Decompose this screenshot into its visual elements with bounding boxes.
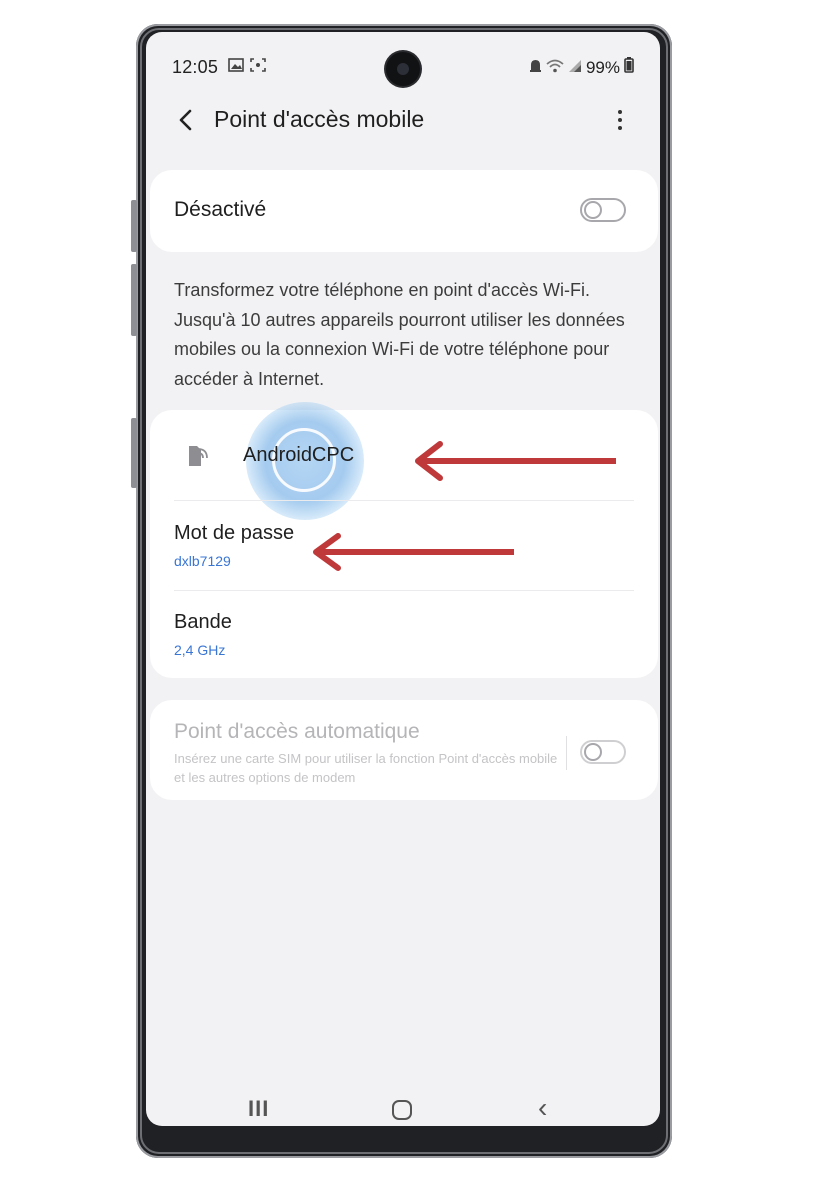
password-label[interactable]: Mot de passe — [174, 522, 294, 545]
signal-icon — [568, 58, 582, 78]
more-vertical-icon — [618, 110, 622, 114]
network-name-row[interactable]: AndroidCPC — [243, 444, 354, 467]
auto-hotspot-title: Point d'accès automatique — [174, 720, 420, 743]
battery-icon — [624, 57, 634, 78]
hotspot-status-label: Désactivé — [174, 198, 267, 221]
home-icon[interactable] — [392, 1100, 412, 1120]
auto-hotspot-toggle[interactable] — [580, 740, 626, 764]
divider — [174, 500, 634, 501]
volume-up-button — [131, 200, 137, 252]
gallery-icon — [228, 58, 244, 76]
battery-percent: 99% — [585, 57, 620, 77]
volume-down-button — [131, 264, 137, 336]
arrow-pointing-ssid — [415, 441, 616, 481]
password-value: dxlb7129 — [174, 553, 231, 569]
nav-back-button[interactable]: ‹ — [538, 1092, 547, 1124]
alarm-icon — [529, 58, 542, 78]
divider — [174, 590, 634, 591]
wifi-icon — [546, 58, 564, 78]
auto-hotspot-description: Insérez une carte SIM pour utiliser la f… — [174, 751, 558, 785]
screenshot-icon — [250, 58, 266, 76]
band-value: 2,4 GHz — [174, 642, 226, 658]
side-key — [131, 418, 137, 488]
status-time: 12:05 — [172, 57, 219, 77]
back-button[interactable] — [170, 104, 200, 136]
hotspot-name-icon — [186, 443, 210, 469]
hotspot-toggle[interactable] — [580, 198, 626, 222]
arrow-pointing-password — [313, 533, 514, 571]
status-right: 99% — [529, 57, 634, 78]
recent-apps-button[interactable]: III — [248, 1096, 269, 1122]
hotspot-description: Transformez votre téléphone en point d'a… — [174, 280, 625, 389]
front-camera — [386, 52, 420, 86]
vertical-separator — [566, 736, 567, 770]
more-options-button[interactable] — [606, 104, 634, 136]
page-title: Point d'accès mobile — [214, 106, 425, 132]
band-label[interactable]: Bande — [174, 611, 232, 634]
chevron-left-icon — [179, 109, 192, 131]
